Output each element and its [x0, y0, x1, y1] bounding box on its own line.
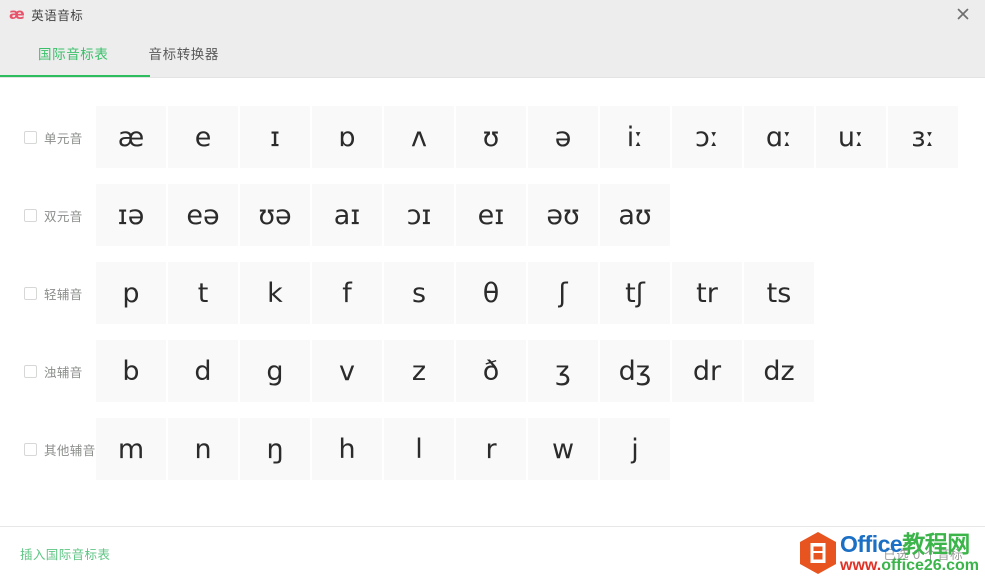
- symbol-cell[interactable]: tʃ: [600, 262, 670, 324]
- symbol-cell[interactable]: r: [456, 418, 526, 480]
- symbol-cell[interactable]: ʒ: [528, 340, 598, 402]
- symbol-cell[interactable]: w: [528, 418, 598, 480]
- symbol-cell[interactable]: e: [168, 106, 238, 168]
- symbol-table: 单元音 æ e ɪ ɒ ʌ ʊ ə iː ɔː ɑː uː ɜː 双元音 ɪə …: [0, 78, 985, 526]
- window-title: 英语音标: [31, 8, 84, 23]
- tab-bar-divider: [0, 77, 985, 78]
- close-button[interactable]: [941, 0, 985, 28]
- symbol-cell[interactable]: g: [240, 340, 310, 402]
- symbol-cell[interactable]: ɔː: [672, 106, 742, 168]
- symbol-cell[interactable]: tr: [672, 262, 742, 324]
- checkbox-voiced-consonant[interactable]: [24, 364, 37, 378]
- symbol-cell[interactable]: ʌ: [384, 106, 454, 168]
- tab-bar: 国际音标表 音标转换器: [0, 28, 985, 78]
- footer-bar: 插入国际音标表 已选 0 个音标 Office教程网 www.office26.…: [0, 526, 985, 579]
- office-hexagon-icon: [798, 531, 838, 575]
- row-label-voiced-consonant[interactable]: 浊辅音: [0, 362, 96, 381]
- symbol-cell[interactable]: ɜː: [888, 106, 958, 168]
- symbol-cell[interactable]: dz: [744, 340, 814, 402]
- symbol-cell[interactable]: iː: [600, 106, 670, 168]
- checkbox-voiceless-consonant[interactable]: [24, 286, 37, 300]
- symbol-row-diphthong: 双元音 ɪə eə ʊə aɪ ɔɪ eɪ əʊ aʊ: [0, 176, 985, 254]
- tab-ipa-chart[interactable]: 国际音标表: [0, 28, 150, 78]
- symbol-cells-voiceless-consonant: p t k f s θ ʃ tʃ tr ts: [96, 262, 985, 324]
- symbol-row-voiced-consonant: 浊辅音 b d g v z ð ʒ dʒ dr dz: [0, 332, 985, 410]
- symbol-row-other-consonant: 其他辅音 m n ŋ h l r w j: [0, 410, 985, 488]
- watermark-url-prefix: www.: [840, 556, 882, 574]
- symbol-cell[interactable]: k: [240, 262, 310, 324]
- symbol-cell[interactable]: l: [384, 418, 454, 480]
- symbol-cell[interactable]: ə: [528, 106, 598, 168]
- symbol-cell[interactable]: z: [384, 340, 454, 402]
- row-label-diphthong-text: 双元音: [44, 209, 83, 224]
- selection-status: 已选 0 个音标: [883, 547, 963, 562]
- symbol-cell[interactable]: ɪ: [240, 106, 310, 168]
- symbol-cells-other-consonant: m n ŋ h l r w j: [96, 418, 985, 480]
- row-label-diphthong[interactable]: 双元音: [0, 206, 96, 225]
- symbol-cell[interactable]: h: [312, 418, 382, 480]
- symbol-cell[interactable]: əʊ: [528, 184, 598, 246]
- symbol-cell[interactable]: ɪə: [96, 184, 166, 246]
- symbol-cell[interactable]: ʃ: [528, 262, 598, 324]
- checkbox-diphthong[interactable]: [24, 208, 37, 222]
- title-bar: æ 英语音标: [0, 0, 985, 28]
- row-label-other-consonant-text: 其他辅音: [44, 443, 96, 458]
- symbol-cell[interactable]: ʊə: [240, 184, 310, 246]
- symbol-cell[interactable]: aɪ: [312, 184, 382, 246]
- row-label-voiced-consonant-text: 浊辅音: [44, 365, 83, 380]
- symbol-cell[interactable]: ts: [744, 262, 814, 324]
- symbol-cell[interactable]: d: [168, 340, 238, 402]
- row-label-monophthong[interactable]: 单元音: [0, 128, 96, 147]
- symbol-cell[interactable]: n: [168, 418, 238, 480]
- symbol-cell[interactable]: eə: [168, 184, 238, 246]
- tab-ipa-converter[interactable]: 音标转换器: [129, 28, 240, 78]
- symbol-cell[interactable]: p: [96, 262, 166, 324]
- symbol-cell[interactable]: dʒ: [600, 340, 670, 402]
- symbol-cell[interactable]: v: [312, 340, 382, 402]
- row-label-voiceless-consonant[interactable]: 轻辅音: [0, 284, 96, 303]
- app-logo-icon: æ: [9, 4, 25, 23]
- checkbox-other-consonant[interactable]: [24, 442, 37, 456]
- symbol-row-voiceless-consonant: 轻辅音 p t k f s θ ʃ tʃ tr ts: [0, 254, 985, 332]
- phonetic-symbol-dialog: æ 英语音标 国际音标表 音标转换器 单元音 æ e ɪ ɒ ʌ ʊ ə iː …: [0, 0, 985, 579]
- insert-ipa-table-button[interactable]: 插入国际音标表: [20, 544, 110, 563]
- symbol-cells-monophthong: æ e ɪ ɒ ʌ ʊ ə iː ɔː ɑː uː ɜː: [96, 106, 985, 168]
- symbol-cells-voiced-consonant: b d g v z ð ʒ dʒ dr dz: [96, 340, 985, 402]
- symbol-cell[interactable]: m: [96, 418, 166, 480]
- symbol-cell[interactable]: θ: [456, 262, 526, 324]
- symbol-cell[interactable]: eɪ: [456, 184, 526, 246]
- symbol-cell[interactable]: b: [96, 340, 166, 402]
- tab-ipa-chart-label: 国际音标表: [38, 47, 109, 62]
- symbol-cell[interactable]: æ: [96, 106, 166, 168]
- symbol-cell[interactable]: f: [312, 262, 382, 324]
- checkbox-monophthong[interactable]: [24, 130, 37, 144]
- symbol-cell[interactable]: ɔɪ: [384, 184, 454, 246]
- symbol-cell[interactable]: ð: [456, 340, 526, 402]
- symbol-cell[interactable]: dr: [672, 340, 742, 402]
- symbol-cell[interactable]: aʊ: [600, 184, 670, 246]
- symbol-cell[interactable]: ɑː: [744, 106, 814, 168]
- tab-ipa-converter-label: 音标转换器: [148, 47, 219, 62]
- symbol-cell[interactable]: t: [168, 262, 238, 324]
- symbol-cell[interactable]: j: [600, 418, 670, 480]
- symbol-cell[interactable]: ɒ: [312, 106, 382, 168]
- symbol-cell[interactable]: uː: [816, 106, 886, 168]
- symbol-cell[interactable]: ʊ: [456, 106, 526, 168]
- symbol-cell[interactable]: s: [384, 262, 454, 324]
- symbol-cell[interactable]: ŋ: [240, 418, 310, 480]
- symbol-cells-diphthong: ɪə eə ʊə aɪ ɔɪ eɪ əʊ aʊ: [96, 184, 985, 246]
- symbol-row-monophthong: 单元音 æ e ɪ ɒ ʌ ʊ ə iː ɔː ɑː uː ɜː: [0, 98, 985, 176]
- row-label-monophthong-text: 单元音: [44, 131, 83, 146]
- close-icon: [957, 8, 969, 20]
- row-label-other-consonant[interactable]: 其他辅音: [0, 440, 96, 459]
- row-label-voiceless-consonant-text: 轻辅音: [44, 287, 83, 302]
